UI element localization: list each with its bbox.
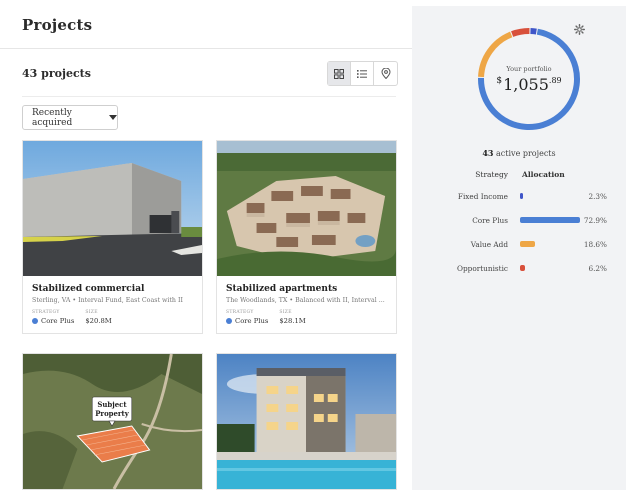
allocation-row: Value Add 18.6% xyxy=(412,236,626,254)
strategy-value: Core Plus xyxy=(235,317,269,325)
sort-dropdown-label: Recently acquired xyxy=(32,107,73,128)
allocation-header: Strategy Allocation xyxy=(412,170,626,182)
page-title: Projects xyxy=(22,16,93,34)
list-icon xyxy=(357,69,367,78)
portfolio-currency: $ xyxy=(496,75,503,86)
map-pin-icon xyxy=(380,68,391,79)
active-projects-count: 43 xyxy=(482,148,494,158)
portfolio-summary: Your portfolio $ 1,055 .89 xyxy=(474,24,584,134)
allocation-row: Opportunistic 6.2% xyxy=(412,260,626,278)
allocation-row: Fixed Income 2.3% xyxy=(412,188,626,206)
allocation-strategy: Core Plus xyxy=(472,216,508,225)
portfolio-value: $ 1,055 .89 xyxy=(496,75,561,94)
allocation-column-header: Allocation xyxy=(522,170,565,179)
allocation-percent: 18.6% xyxy=(583,240,607,249)
project-card[interactable]: Stabilized commercial Sterling, VA • Int… xyxy=(22,140,203,334)
strategy-label: STRATEGY xyxy=(32,310,60,315)
subject-property-label-line2: Property xyxy=(95,409,129,418)
allocation-table: Strategy Allocation Fixed Income 2.3% Co… xyxy=(412,170,626,278)
project-name: Stabilized apartments xyxy=(226,284,338,294)
project-card[interactable]: Stabilized apartments The Woodlands, TX … xyxy=(216,140,397,334)
project-card[interactable]: Subject Property xyxy=(22,353,203,490)
size-label: SIZE xyxy=(85,310,98,315)
project-image-warehouse xyxy=(23,141,202,276)
allocation-bar xyxy=(520,193,523,199)
projects-panel: Projects 43 projects Recently acquired S… xyxy=(0,0,412,496)
portfolio-dollars: 1,055 xyxy=(503,74,549,94)
portfolio-panel: Your portfolio $ 1,055 .89 43 active pro… xyxy=(412,6,626,490)
active-projects-label: active projects xyxy=(496,149,556,158)
size-value: $20.8M xyxy=(85,317,112,325)
strategy-column-header: Strategy xyxy=(475,170,508,179)
project-image-land: Subject Property xyxy=(23,354,202,489)
allocation-bar xyxy=(520,241,536,247)
allocation-percent: 2.3% xyxy=(588,192,607,201)
allocation-strategy: Fixed Income xyxy=(457,192,508,201)
allocation-bar xyxy=(520,265,526,271)
project-image-apartments xyxy=(217,141,396,276)
project-count: 43 projects xyxy=(22,67,91,80)
portfolio-label: Your portfolio xyxy=(506,64,552,73)
strategy-dot xyxy=(226,318,232,324)
sort-dropdown[interactable]: Recently acquired xyxy=(22,105,118,130)
allocation-row: Core Plus 72.9% xyxy=(412,212,626,230)
allocation-percent: 72.9% xyxy=(583,216,607,225)
allocation-bar xyxy=(520,217,580,223)
project-card[interactable] xyxy=(216,353,397,490)
caret-down-icon xyxy=(109,115,117,120)
divider xyxy=(22,96,396,97)
strategy-dot xyxy=(32,318,38,324)
allocation-strategy: Opportunistic xyxy=(457,264,508,273)
strategy-value: Core Plus xyxy=(41,317,75,325)
grid-view-button[interactable] xyxy=(328,62,351,85)
project-name: Stabilized commercial xyxy=(32,284,145,294)
size-label: SIZE xyxy=(279,310,292,315)
active-projects: 43 active projects xyxy=(412,148,626,158)
divider xyxy=(0,48,412,49)
portfolio-cents: .89 xyxy=(548,75,562,85)
project-location: Sterling, VA • Interval Fund, East Coast… xyxy=(32,297,183,304)
allocation-percent: 6.2% xyxy=(588,264,607,273)
subject-property-label-line1: Subject xyxy=(97,400,127,409)
strategy-label: STRATEGY xyxy=(226,310,254,315)
map-view-button[interactable] xyxy=(374,62,397,85)
project-image-pool xyxy=(217,354,396,489)
project-location: The Woodlands, TX • Balanced with II, In… xyxy=(226,297,385,304)
size-value: $28.1M xyxy=(279,317,306,325)
view-switcher xyxy=(327,61,398,86)
grid-icon xyxy=(334,68,344,79)
allocation-strategy: Value Add xyxy=(470,240,508,249)
list-view-button[interactable] xyxy=(351,62,374,85)
